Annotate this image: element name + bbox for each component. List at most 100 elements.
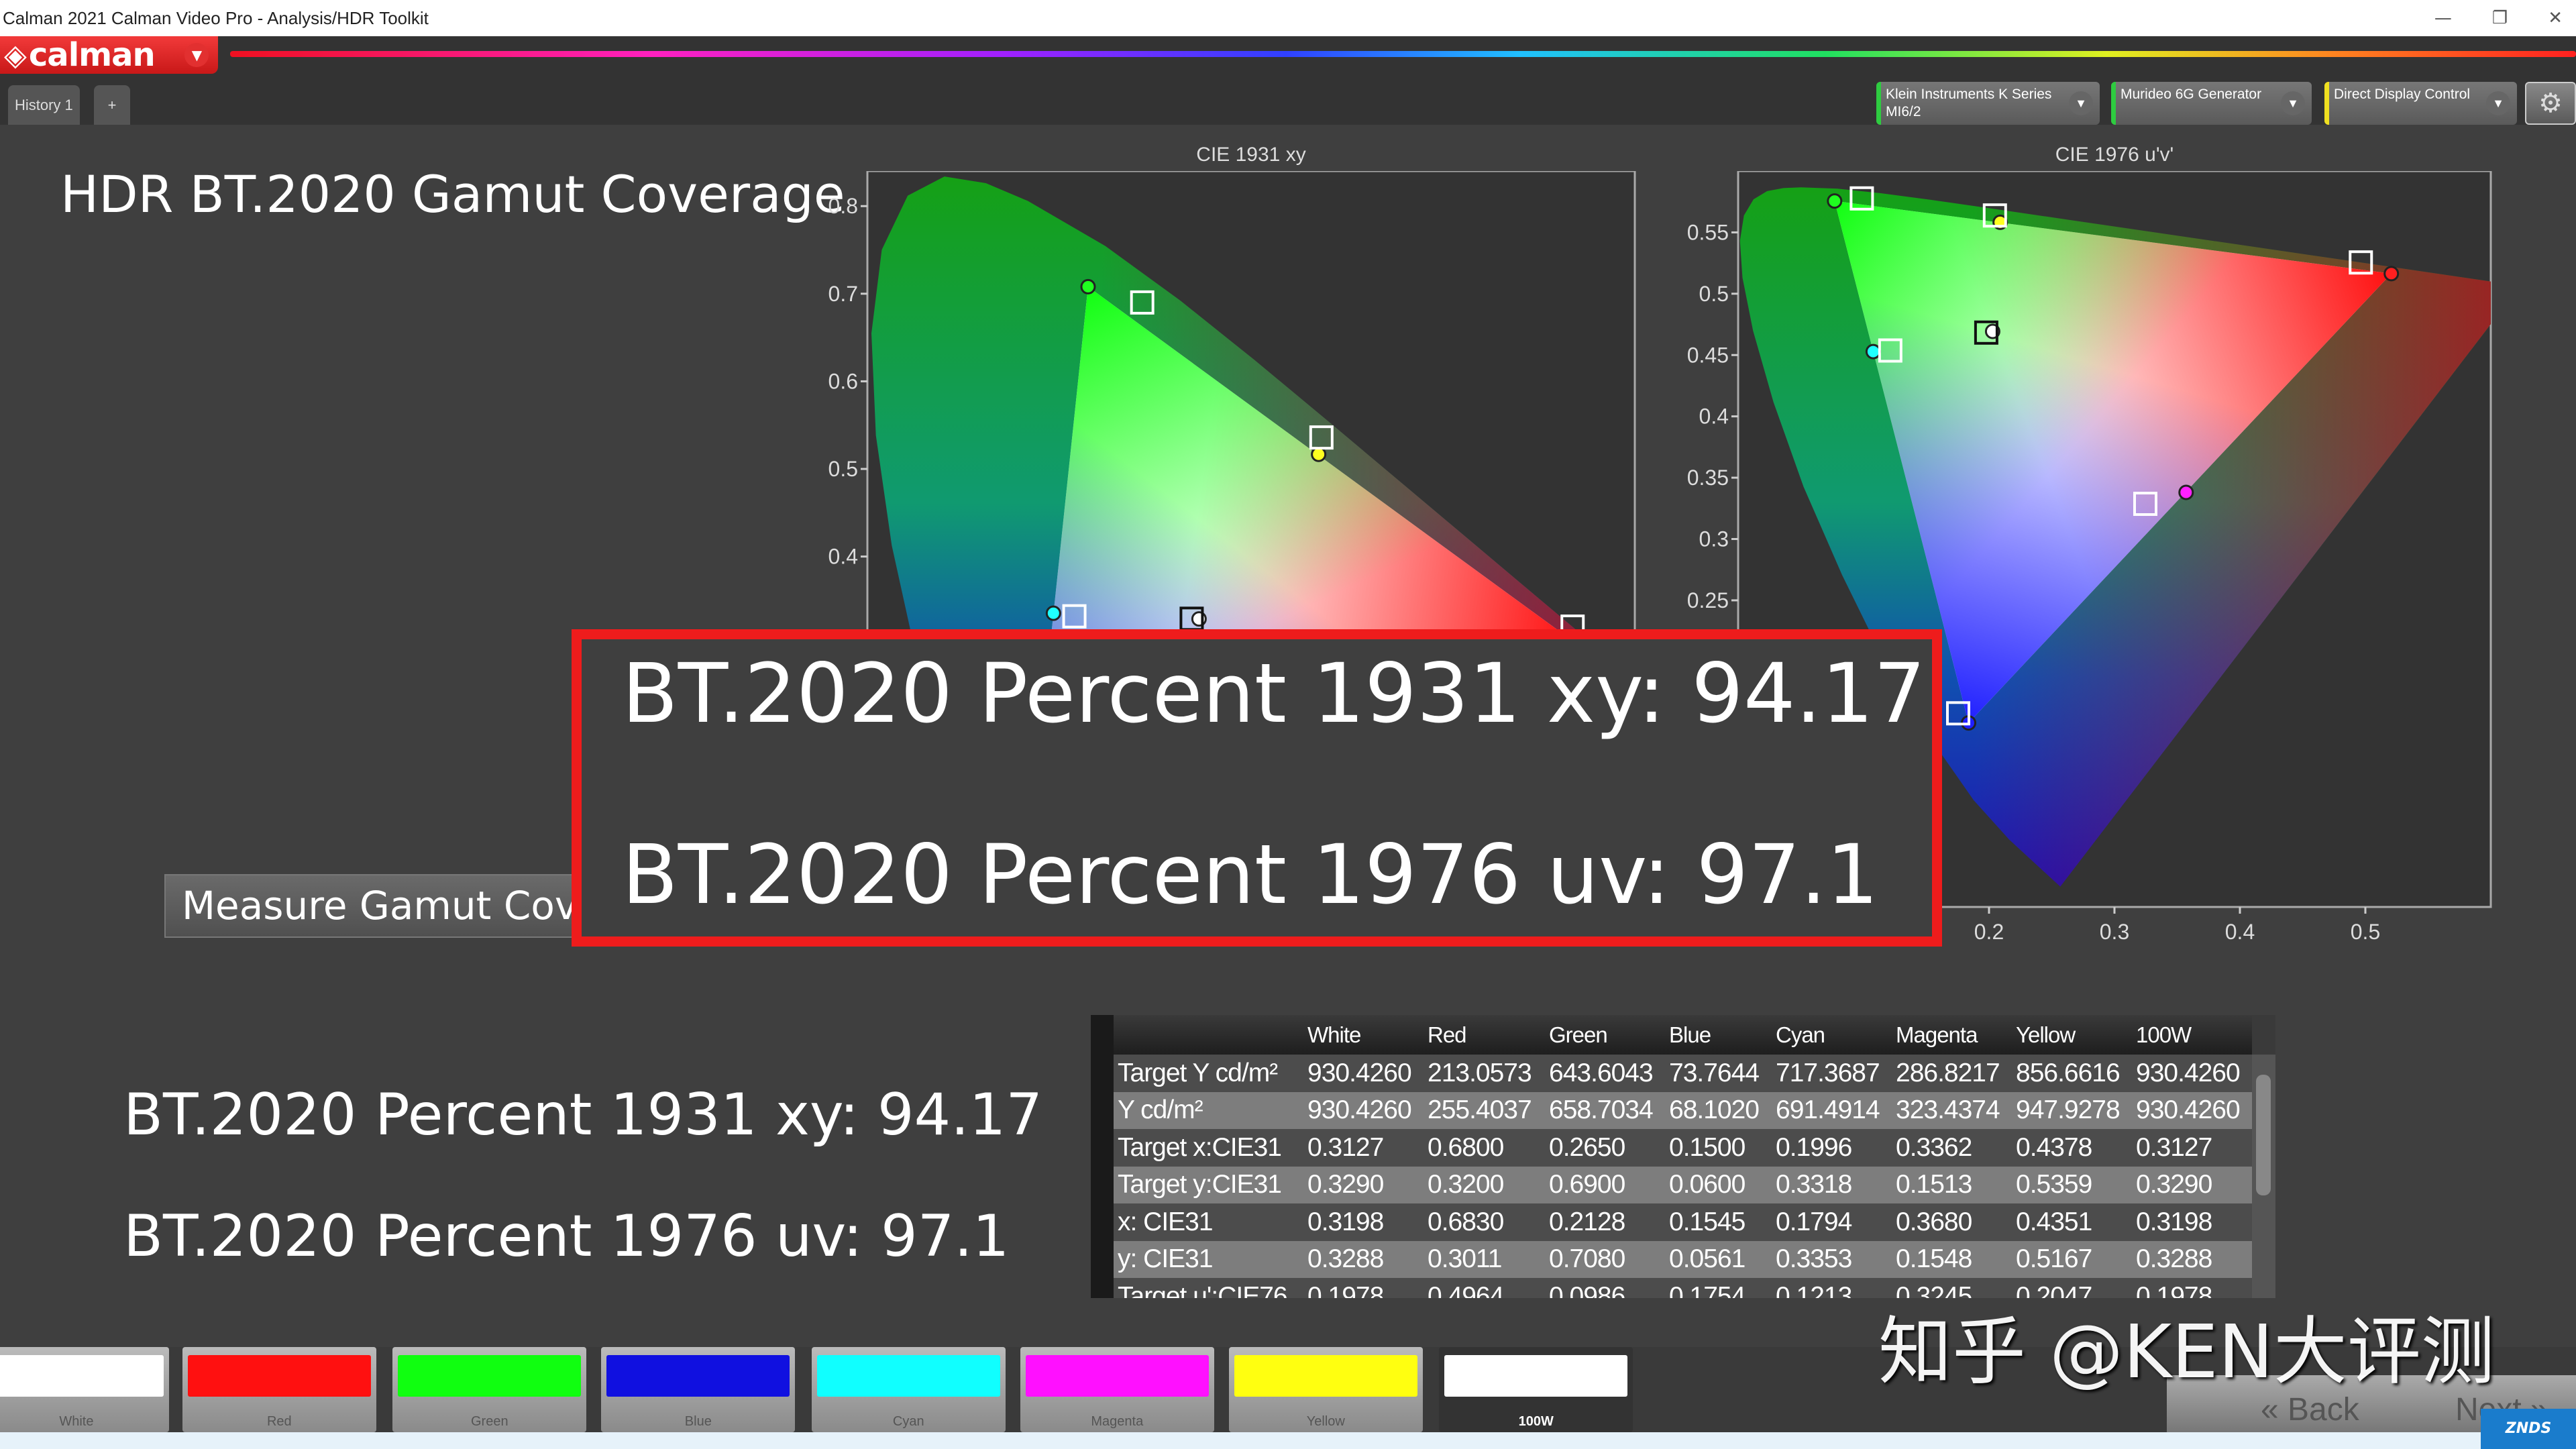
table-cell: 0.3680 (1896, 1203, 2016, 1241)
swatch-cyan[interactable]: Cyan (811, 1347, 1006, 1432)
table-cell: 0.4351 (2016, 1203, 2136, 1241)
color-patch (1444, 1355, 1628, 1397)
y-tick-label: 0.4 (1699, 405, 1729, 429)
color-patch (1234, 1355, 1417, 1397)
table-cell: 0.1548 (1896, 1240, 2016, 1278)
table-cell: 0.5167 (2016, 1240, 2136, 1278)
row-label: y: CIE31 (1114, 1240, 1307, 1278)
color-patch (398, 1355, 582, 1397)
table-cell: 0.1996 (1776, 1129, 1896, 1167)
table-cell: 0.3290 (2136, 1166, 2252, 1203)
table-cell: 0.4378 (2016, 1129, 2136, 1167)
table-cell: 0.3198 (2136, 1203, 2252, 1241)
table-cell: 658.7034 (1549, 1091, 1669, 1129)
table-cell: 0.6900 (1549, 1166, 1669, 1203)
table-cell: 0.1545 (1669, 1203, 1776, 1241)
table-row: Y cd/m² 930.4260 255.4037 658.7034 68.1020 69… (1114, 1091, 2252, 1129)
y-tick-label: 0.5 (828, 457, 858, 481)
x-tick-label: 0.4 (2225, 920, 2255, 944)
watermark: 知乎 @KEN大评测 (1878, 1309, 2495, 1395)
column-header: White (1307, 1015, 1428, 1055)
row-label: Target y:CIE31 (1114, 1166, 1307, 1203)
swatch-magenta[interactable]: Magenta (1020, 1347, 1214, 1432)
add-tab-button[interactable]: + (94, 85, 130, 125)
y-tick-label: 0.5 (1699, 282, 1729, 306)
table-cell: 0.0561 (1669, 1240, 1776, 1278)
display-control-dropdown[interactable]: Direct Display Control ▼ (2324, 82, 2517, 125)
table-cell: 0.3011 (1428, 1240, 1549, 1278)
x-tick-label: 0.3 (2100, 920, 2129, 944)
table-cell: 0.3127 (1307, 1129, 1428, 1167)
swatch-red[interactable]: Red (182, 1347, 376, 1432)
column-header: Cyan (1776, 1015, 1896, 1055)
table-cell: 68.1020 (1669, 1091, 1776, 1129)
window-title: Calman 2021 Calman Video Pro - Analysis/… (0, 0, 2576, 36)
table-cell: 0.0986 (1549, 1278, 1669, 1298)
table-scrollbar[interactable] (2252, 1055, 2275, 1298)
meter-dropdown[interactable]: Klein Instruments K Series MI6/2 ▼ (1876, 82, 2100, 125)
table-cell: 0.6830 (1428, 1203, 1549, 1241)
tab-history-1[interactable]: History 1 (8, 85, 80, 125)
row-label: Target Y cd/m² (1114, 1055, 1307, 1092)
table-cell: 0.3362 (1896, 1129, 2016, 1167)
color-patch (606, 1355, 790, 1397)
table-cell: 0.1754 (1669, 1278, 1776, 1298)
swatch-label: 100W (1518, 1414, 1554, 1429)
y-tick-label: 0.45 (1687, 343, 1729, 367)
table-cell: 930.4260 (1307, 1091, 1428, 1129)
table-cell: 0.3290 (1307, 1166, 1428, 1203)
chevron-down-icon: ▼ (184, 43, 209, 67)
swatch-white[interactable]: White (0, 1347, 170, 1432)
color-patch (1025, 1355, 1209, 1397)
table-row: y: CIE31 0.3288 0.3011 0.7080 0.0561 0.3353 0.… (1114, 1240, 2252, 1278)
table-cell: 0.2128 (1549, 1203, 1669, 1241)
table-row: Target y:CIE31 0.3290 0.3200 0.6900 0.0600 0.… (1114, 1166, 2252, 1203)
close-button[interactable]: ✕ (2548, 0, 2563, 36)
table-cell: 643.6043 (1549, 1055, 1669, 1092)
swatch-green[interactable]: Green (392, 1347, 587, 1432)
table-cell: 0.7080 (1549, 1240, 1669, 1278)
calman-menu-button[interactable]: ◈ calman ▼ (0, 36, 218, 74)
table-row: Target x:CIE31 0.3127 0.6800 0.2650 0.1500 0.… (1114, 1129, 2252, 1167)
measured-point-green (1080, 278, 1096, 294)
status-indicator (2324, 82, 2329, 125)
table-cell: 930.4260 (1307, 1055, 1428, 1092)
y-tick-label: 0.25 (1687, 588, 1729, 612)
table-cell: 0.1978 (1307, 1278, 1428, 1298)
table-cell: 930.4260 (2136, 1055, 2252, 1092)
table-cell: 0.2650 (1549, 1129, 1669, 1167)
minimize-button[interactable]: — (2434, 0, 2452, 36)
swatch-100w[interactable]: 100W (1439, 1347, 1633, 1432)
window-controls: — ❐ ✕ (2434, 0, 2563, 36)
table-cell: 0.6800 (1428, 1129, 1549, 1167)
table-cell: 286.8217 (1896, 1055, 2016, 1092)
swatch-label: Cyan (892, 1414, 924, 1429)
table-cell: 0.3198 (1307, 1203, 1428, 1241)
table-cell: 0.3127 (2136, 1129, 2252, 1167)
restore-button[interactable]: ❐ (2492, 0, 2508, 36)
rainbow-progress-line (230, 51, 2576, 57)
row-label: Target u':CIE76 (1114, 1278, 1307, 1298)
color-patch (0, 1355, 164, 1397)
swatch-blue[interactable]: Blue (601, 1347, 796, 1432)
measured-point-cyan (1045, 605, 1061, 621)
table-cell: 0.1794 (1776, 1203, 1896, 1241)
y-tick-label: 0.3 (1699, 527, 1729, 551)
table-cell: 0.1500 (1669, 1129, 1776, 1167)
y-tick-label: 0.4 (828, 545, 858, 569)
table-cell: 0.5359 (2016, 1166, 2136, 1203)
y-tick-label: 0.6 (828, 369, 858, 393)
swatch-yellow[interactable]: Yellow (1228, 1347, 1423, 1432)
generator-dropdown[interactable]: Murideo 6G Generator ▼ (2111, 82, 2312, 125)
table-cell: 255.4037 (1428, 1091, 1549, 1129)
column-header: Yellow (2016, 1015, 2136, 1055)
y-tick-label: 0.35 (1687, 466, 1729, 490)
display-control-label: Direct Display Control (2334, 87, 2471, 102)
gear-icon[interactable]: ⚙ (2525, 82, 2576, 125)
scrollbar-thumb[interactable] (2256, 1075, 2271, 1195)
table-cell: 856.6616 (2016, 1055, 2136, 1092)
table-cell: 73.7644 (1669, 1055, 1776, 1092)
y-tick-label: 0.8 (828, 194, 858, 218)
swatch-label: White (59, 1414, 94, 1429)
y-tick-label: 0.7 (828, 282, 858, 306)
